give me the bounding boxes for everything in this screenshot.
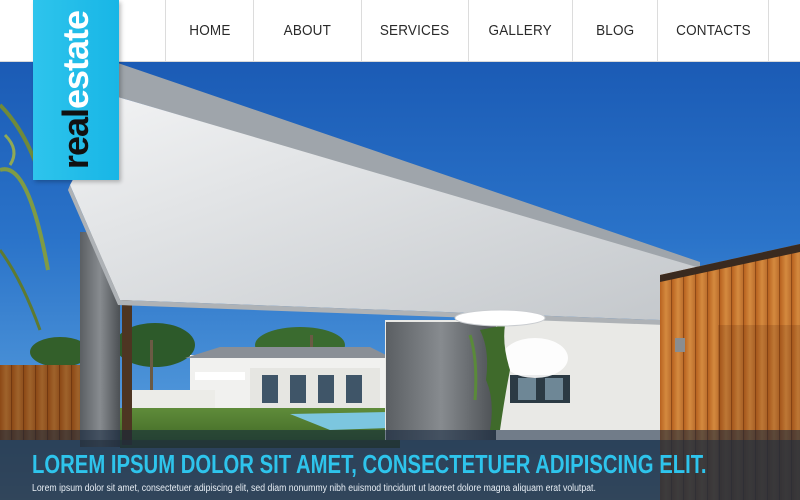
stone-pillar-center [386, 322, 496, 440]
logo-word-estate: estate [55, 10, 96, 109]
logo-word-real: real [55, 109, 96, 170]
nav-services-label: SERVICES [380, 22, 450, 39]
nav-gallery[interactable]: GALLERY [468, 0, 572, 61]
hero-subtext: Lorem ipsum dolor sit amet, consectetuer… [32, 483, 596, 494]
wood-fence [0, 365, 80, 440]
real-estate-logo[interactable]: realestate [33, 0, 119, 180]
main-nav: HOME ABOUT SERVICES GALLERY BLOG CONTACT… [165, 0, 769, 61]
skylight-reflection [502, 338, 568, 378]
nav-about[interactable]: ABOUT [253, 0, 361, 61]
logo-text: realestate [55, 10, 96, 170]
hero-headline: LOREM IPSUM DOLOR SIT AMET, CONSECTETUER… [32, 449, 707, 479]
nav-blog-label: BLOG [595, 22, 635, 39]
nav-home-label: HOME [188, 22, 231, 39]
nav-contacts-label: CONTACTS [675, 22, 751, 39]
nav-services[interactable]: SERVICES [361, 0, 468, 61]
roof-canopy [68, 62, 700, 327]
top-navigation-bar: HOME ABOUT SERVICES GALLERY BLOG CONTACT… [0, 0, 800, 62]
nav-home[interactable]: HOME [165, 0, 253, 61]
nav-about-label: ABOUT [283, 22, 332, 39]
nav-gallery-label: GALLERY [488, 22, 553, 39]
nav-blog[interactable]: BLOG [572, 0, 657, 61]
nav-contacts[interactable]: CONTACTS [657, 0, 769, 61]
